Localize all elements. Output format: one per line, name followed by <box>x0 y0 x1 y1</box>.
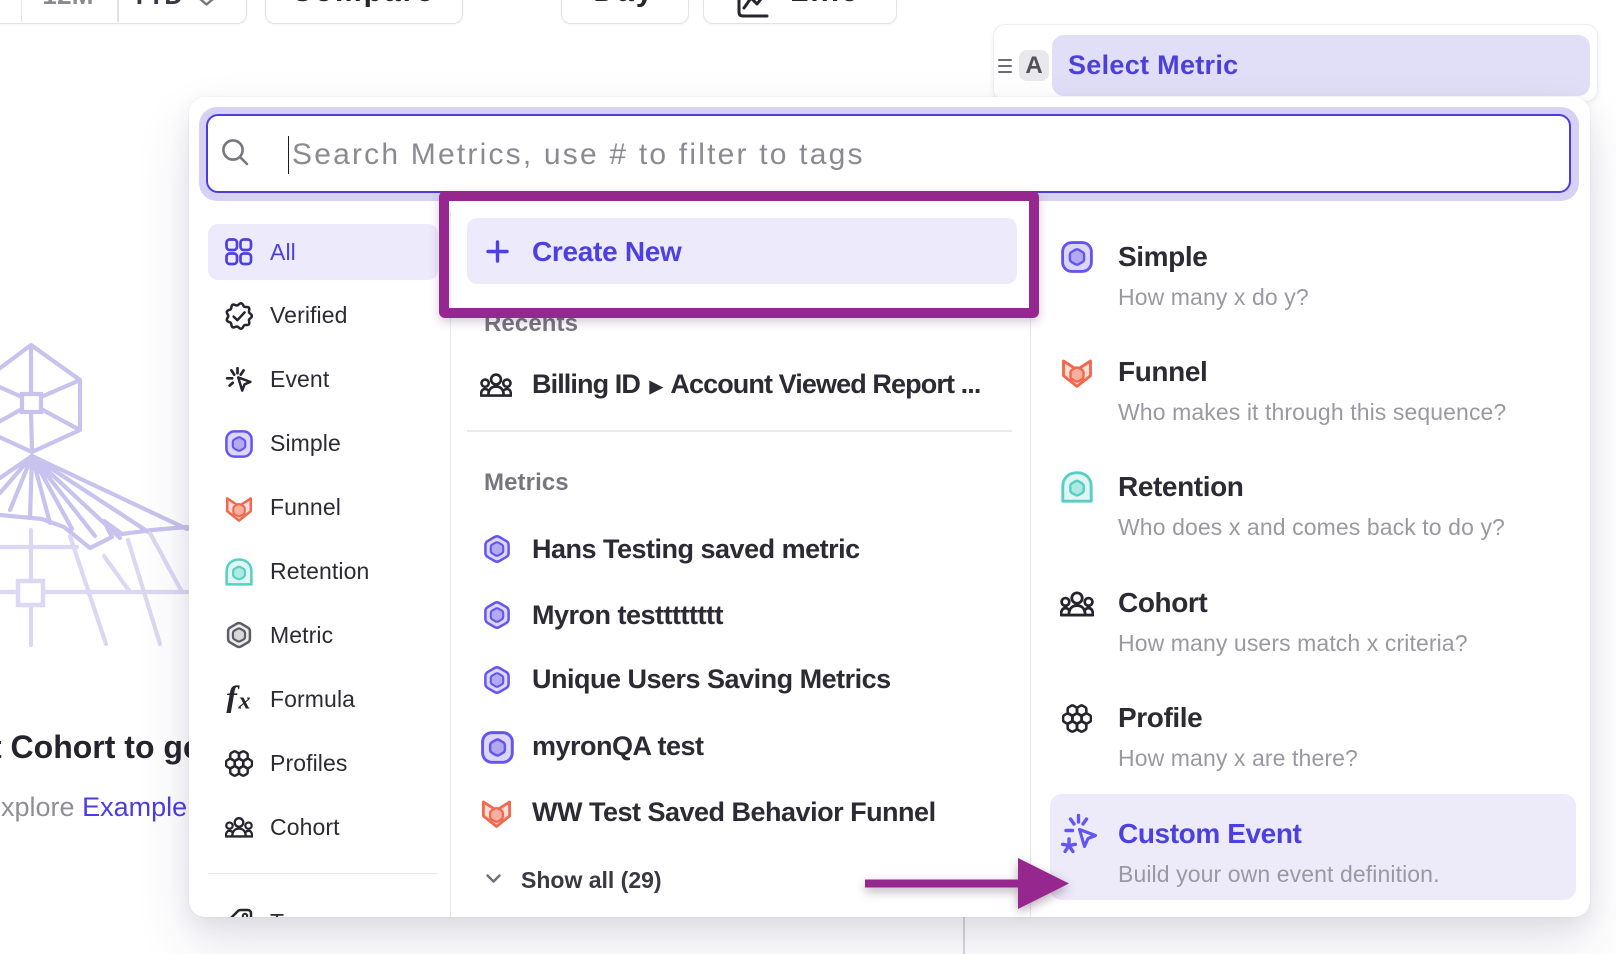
svg-text:x: x <box>238 689 251 714</box>
